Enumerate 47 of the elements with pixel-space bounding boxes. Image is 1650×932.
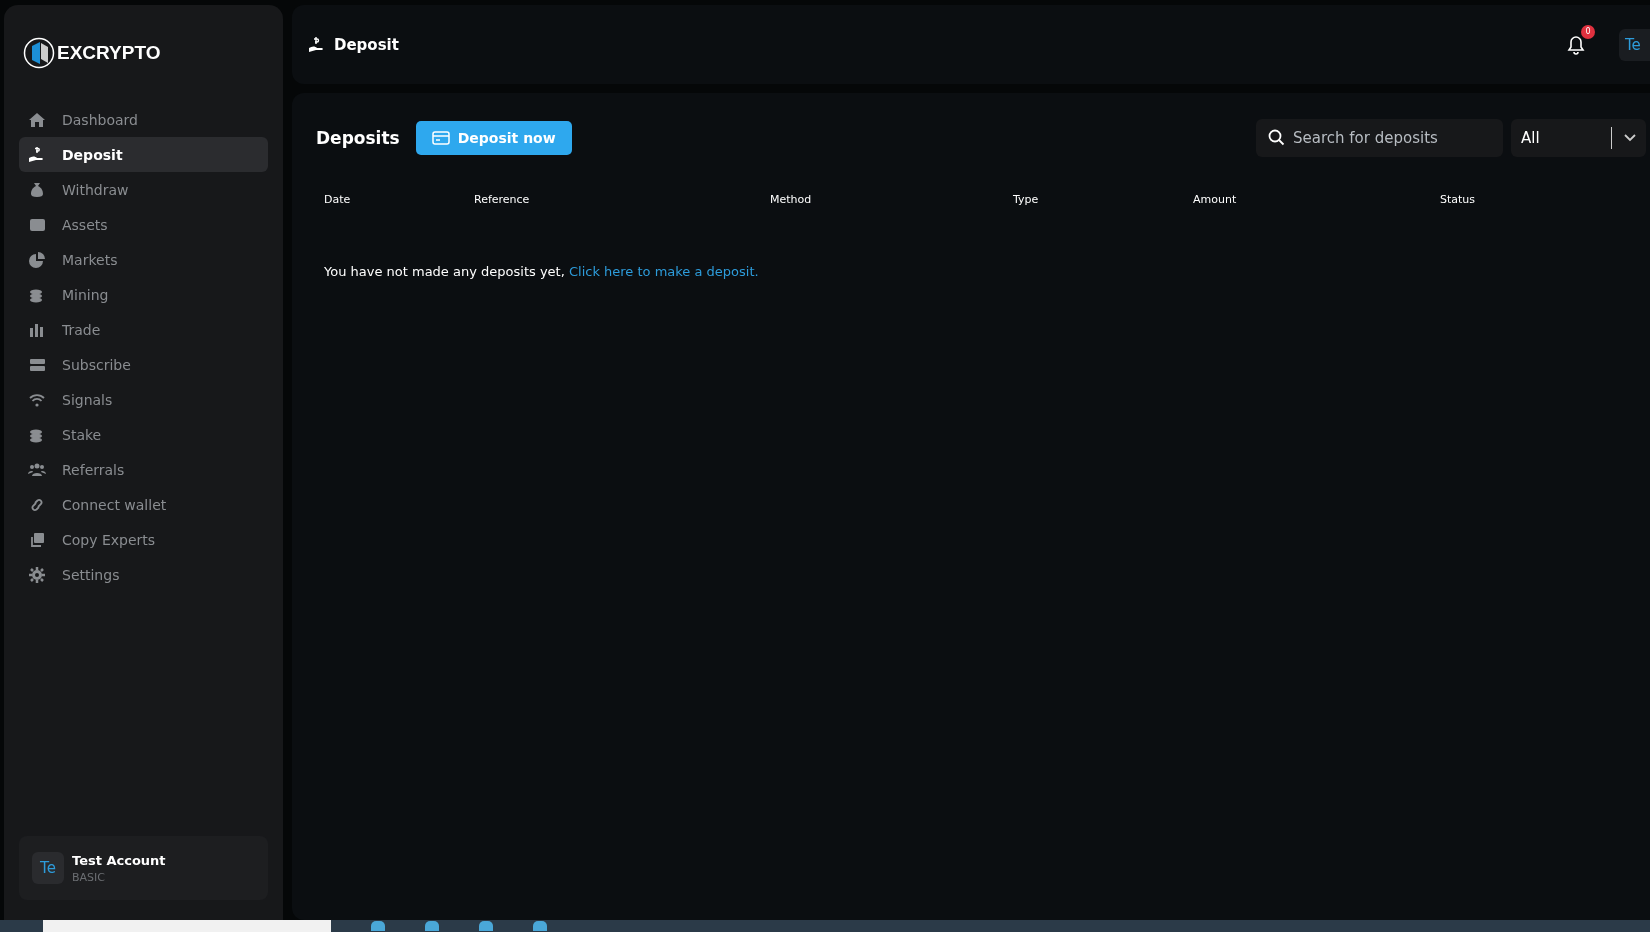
copy-icon (28, 530, 46, 549)
sidebar-item[interactable]: Referrals (19, 452, 268, 487)
empty-message: You have not made any deposits yet, Click here to make a deposit. (324, 264, 760, 279)
sidebar-item[interactable]: Withdraw (19, 172, 268, 207)
account-plan: BASIC (72, 870, 106, 884)
account-card[interactable]: Te Test Account BASIC (19, 836, 268, 900)
settings-icon (28, 565, 46, 584)
column-header: Type (1013, 193, 1040, 206)
sidebar-item[interactable]: Stake (19, 417, 268, 452)
sidebar-item[interactable]: Connect wallet (19, 487, 268, 522)
sidebar-item[interactable]: Copy Experts (19, 522, 268, 557)
avatar-initials: Te (32, 852, 64, 884)
sidebar-item[interactable]: Dashboard (19, 102, 268, 137)
brand-name: EXCRYPTO (57, 42, 161, 64)
column-header: Amount (1193, 193, 1238, 206)
home-icon (28, 110, 46, 129)
taskbar-app-icon[interactable] (533, 921, 547, 931)
column-header: Method (770, 193, 813, 206)
pie-chart-icon (28, 250, 46, 269)
sidebar-item[interactable]: Assets (19, 207, 268, 242)
bell-icon[interactable] (1567, 34, 1585, 55)
sidebar-item[interactable]: Mining (19, 277, 268, 312)
chevron-down-icon (1624, 134, 1636, 142)
sidebar-item[interactable]: Subscribe (19, 347, 268, 382)
taskbar-app-icon[interactable] (479, 921, 493, 931)
column-header: Date (324, 193, 352, 206)
page-title: Deposit (334, 35, 399, 54)
taskbar-app-icon[interactable] (425, 921, 439, 931)
column-header: Status (1440, 193, 1477, 206)
search-icon (1268, 129, 1285, 146)
filter-dropdown[interactable]: All (1511, 119, 1646, 157)
sidebar-item[interactable]: Trade (19, 312, 268, 347)
search-field[interactable]: Search for deposits (1256, 119, 1503, 157)
sidebar-item[interactable]: Markets (19, 242, 268, 277)
sidebar-item[interactable]: Deposit (19, 137, 268, 172)
make-deposit-link[interactable]: Click here to make a deposit. (568, 264, 759, 279)
column-header: Reference (474, 193, 531, 206)
sidebar-item[interactable]: Signals (19, 382, 268, 417)
section-title: Deposits (316, 128, 400, 148)
sidebar-item[interactable]: Settings (19, 557, 268, 592)
avatar-button[interactable]: Te (1619, 28, 1650, 61)
money-bag-icon (28, 180, 46, 199)
logo-icon (23, 37, 55, 69)
card-icon (431, 131, 450, 145)
account-name: Test Account (72, 852, 166, 868)
taskbar-app-icon[interactable] (371, 921, 385, 931)
notification-badge: 0 (1581, 24, 1595, 39)
